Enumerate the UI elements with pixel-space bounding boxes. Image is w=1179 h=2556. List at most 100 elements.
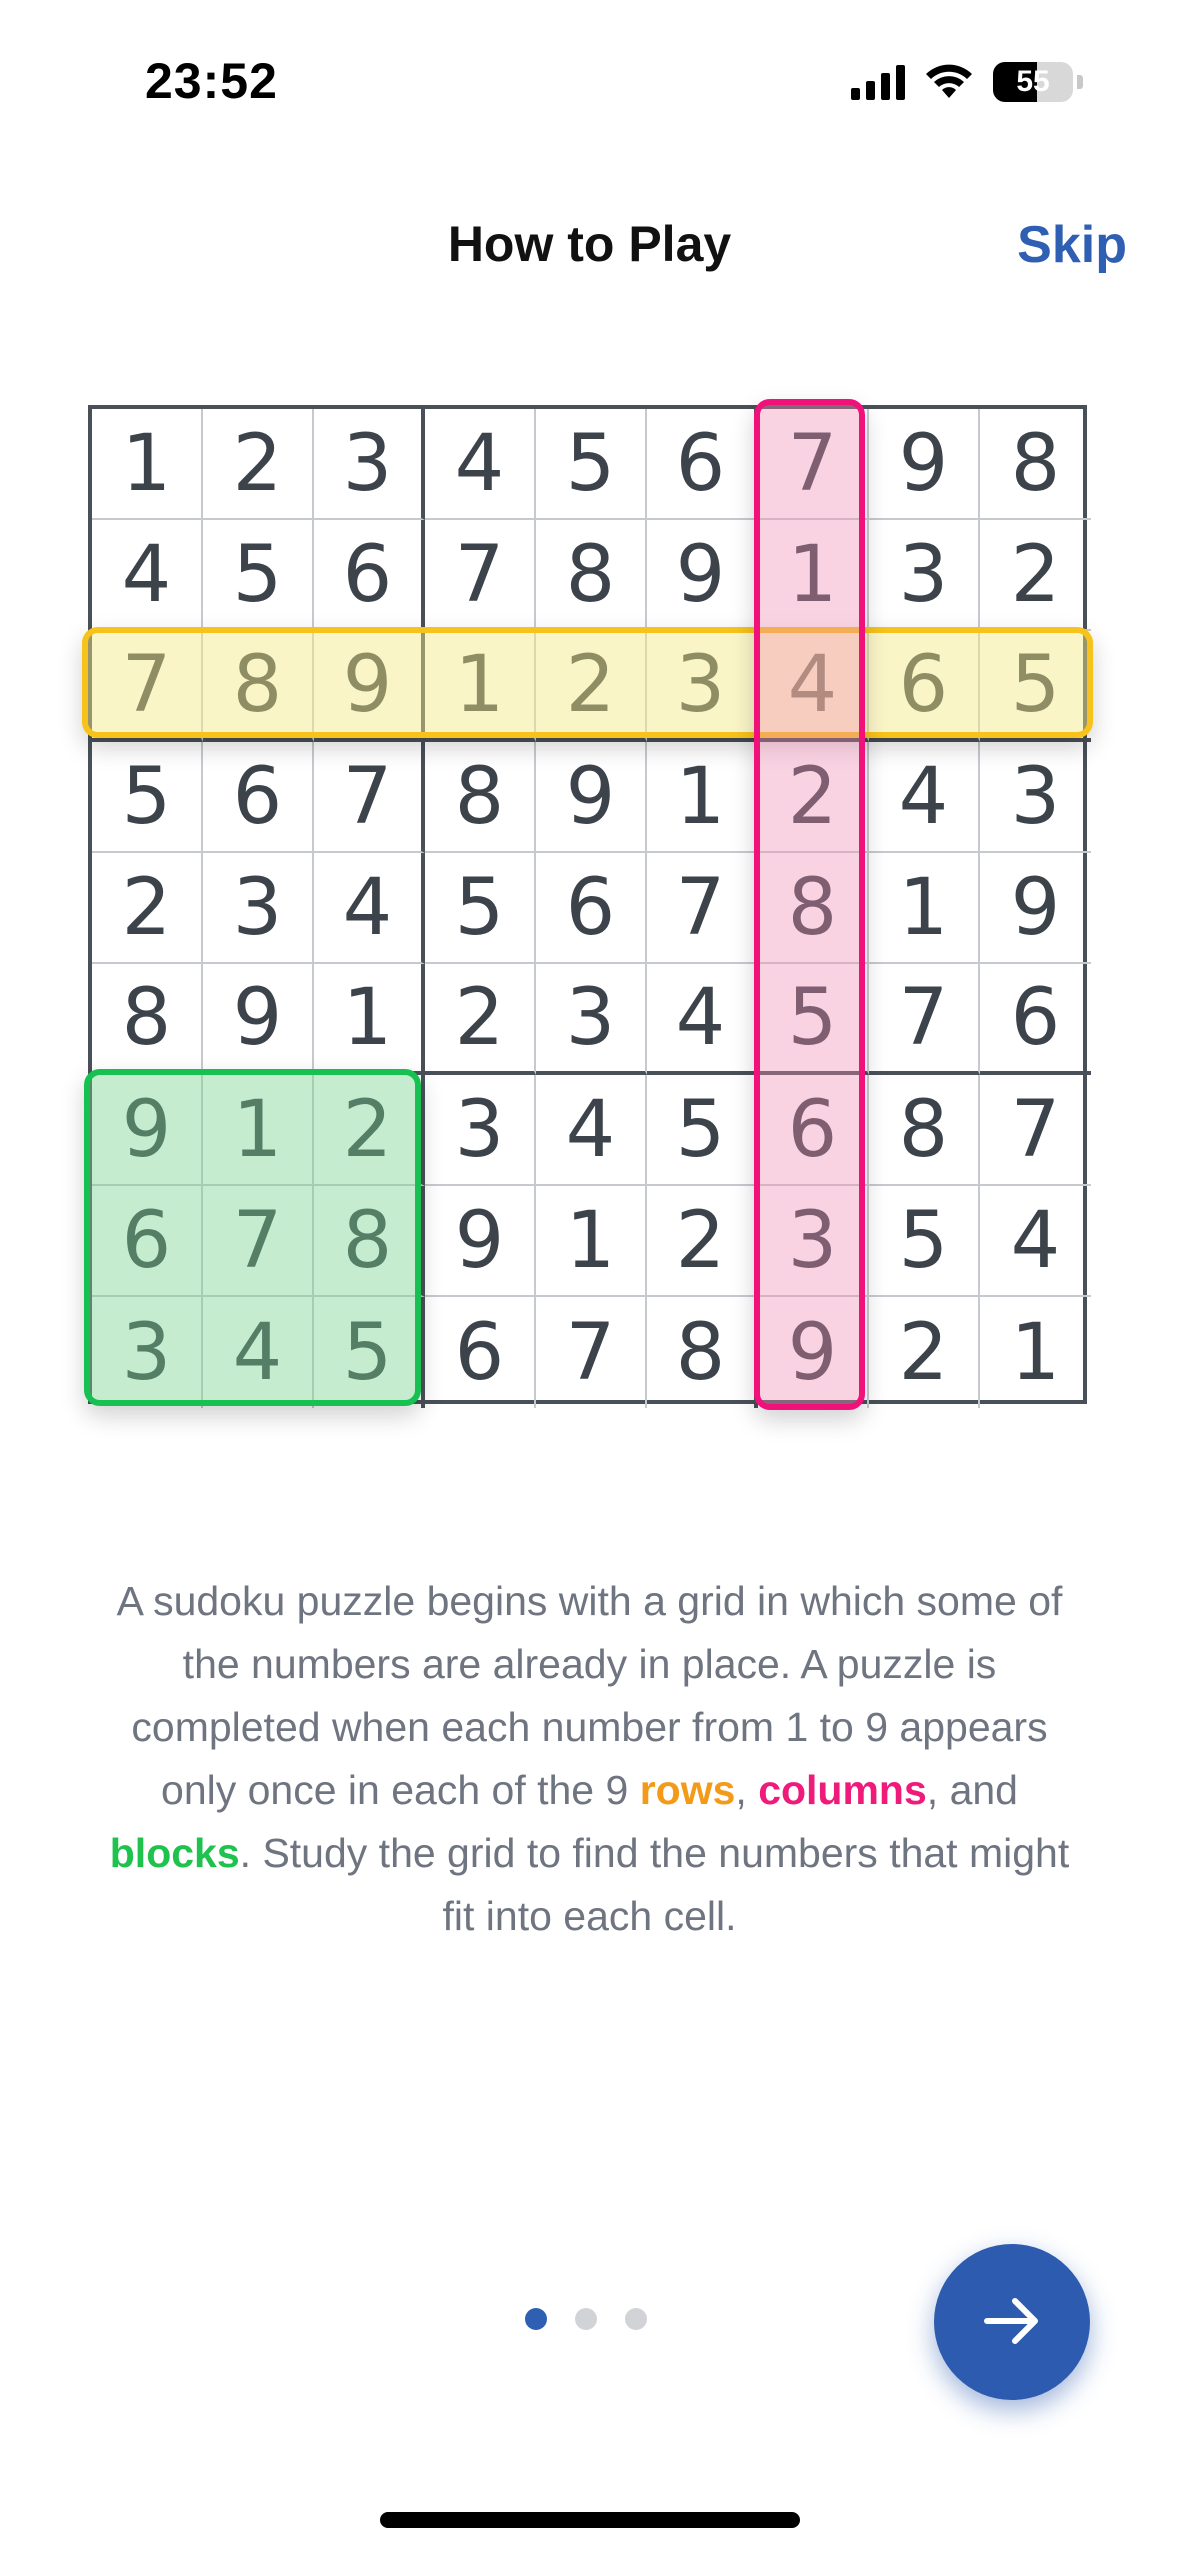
battery-cap <box>1077 75 1083 89</box>
grid-cell: 4 <box>980 1186 1091 1297</box>
grid-cell: 4 <box>536 1075 647 1186</box>
grid-cell: 2 <box>647 1186 758 1297</box>
grid-cell: 3 <box>536 964 647 1075</box>
status-icons: 55 <box>851 62 1083 102</box>
grid-cell: 9 <box>647 520 758 631</box>
grid-cell: 2 <box>314 1075 425 1186</box>
grid-cell: 2 <box>980 520 1091 631</box>
grid-cell: 3 <box>314 409 425 520</box>
grid-cell: 5 <box>536 409 647 520</box>
grid-cell: 6 <box>203 742 314 853</box>
grid-cell: 2 <box>203 409 314 520</box>
grid-cell: 7 <box>869 964 980 1075</box>
grid-cell: 1 <box>869 853 980 964</box>
instructions-sep1: , <box>735 1767 759 1813</box>
grid-cell: 8 <box>980 409 1091 520</box>
blocks-keyword: blocks <box>109 1830 240 1876</box>
grid-cell: 3 <box>758 1186 869 1297</box>
grid-cell: 7 <box>203 1186 314 1297</box>
grid-cell: 6 <box>536 853 647 964</box>
grid-cell: 6 <box>314 520 425 631</box>
grid-cell: 7 <box>536 1297 647 1408</box>
grid-cell: 9 <box>758 1297 869 1408</box>
grid-cell: 7 <box>92 631 203 742</box>
grid-cell: 1 <box>647 742 758 853</box>
page-dot <box>525 2308 547 2330</box>
sudoku-grid: 1234567984567891327891234655678912432345… <box>88 405 1091 1408</box>
next-button[interactable] <box>934 2244 1090 2400</box>
grid-cell: 2 <box>536 631 647 742</box>
battery-level: 55 <box>1016 65 1050 98</box>
instructions-text: A sudoku puzzle begins with a grid in wh… <box>92 1570 1087 1948</box>
grid-cell: 3 <box>92 1297 203 1408</box>
grid-cell: 8 <box>647 1297 758 1408</box>
grid-cell: 5 <box>92 742 203 853</box>
grid-cell: 5 <box>758 964 869 1075</box>
home-indicator <box>380 2512 800 2528</box>
page-dot <box>575 2308 597 2330</box>
status-time: 23:52 <box>145 53 278 109</box>
grid-cell: 9 <box>536 742 647 853</box>
grid-cell: 1 <box>425 631 536 742</box>
grid-cell: 2 <box>869 1297 980 1408</box>
grid-cell: 4 <box>203 1297 314 1408</box>
grid-cell: 6 <box>980 964 1091 1075</box>
grid-cell: 9 <box>869 409 980 520</box>
grid-cell: 1 <box>203 1075 314 1186</box>
wifi-icon <box>925 64 973 100</box>
grid-cell: 7 <box>314 742 425 853</box>
grid-cell: 6 <box>92 1186 203 1297</box>
instructions-part2: . Study the grid to find the numbers tha… <box>239 1830 1070 1939</box>
skip-button[interactable]: Skip <box>1017 215 1127 275</box>
grid-cell: 1 <box>92 409 203 520</box>
sudoku-example-grid: 1234567984567891327891234655678912432345… <box>82 399 1093 1410</box>
grid-cell: 6 <box>758 1075 869 1186</box>
grid-cell: 9 <box>203 964 314 1075</box>
grid-cell: 6 <box>425 1297 536 1408</box>
grid-cell: 3 <box>980 742 1091 853</box>
columns-keyword: columns <box>758 1767 927 1813</box>
grid-cell: 9 <box>314 631 425 742</box>
grid-cell: 9 <box>92 1075 203 1186</box>
grid-cell: 8 <box>869 1075 980 1186</box>
grid-cell: 8 <box>203 631 314 742</box>
battery-icon: 55 <box>993 62 1073 102</box>
grid-cell: 2 <box>425 964 536 1075</box>
grid-cell: 4 <box>758 631 869 742</box>
grid-cell: 1 <box>758 520 869 631</box>
grid-cell: 5 <box>425 853 536 964</box>
grid-cell: 3 <box>869 520 980 631</box>
rows-keyword: rows <box>639 1767 736 1813</box>
grid-cell: 4 <box>425 409 536 520</box>
grid-cell: 8 <box>425 742 536 853</box>
grid-cell: 7 <box>980 1075 1091 1186</box>
grid-cell: 7 <box>647 853 758 964</box>
grid-cell: 1 <box>1010 1307 1061 1398</box>
instructions-sep2: , and <box>926 1767 1018 1813</box>
grid-cell: 5 <box>314 1297 425 1408</box>
grid-cell: 1 <box>536 1186 647 1297</box>
grid-cell: 3 <box>647 631 758 742</box>
grid-cell: 8 <box>92 964 203 1075</box>
grid-cell: 3 <box>425 1075 536 1186</box>
grid-cell: 4 <box>314 853 425 964</box>
grid-cell: 8 <box>536 520 647 631</box>
page-dot <box>625 2308 647 2330</box>
status-bar: 23:52 55 <box>0 0 1179 170</box>
grid-cell: 4 <box>869 742 980 853</box>
arrow-right-icon <box>977 2286 1047 2359</box>
grid-cell: 5 <box>647 1075 758 1186</box>
grid-cell: 9 <box>425 1186 536 1297</box>
grid-cell: 6 <box>647 409 758 520</box>
grid-cell: 6 <box>869 631 980 742</box>
grid-cell: 8 <box>314 1186 425 1297</box>
grid-cell: 2 <box>758 742 869 853</box>
grid-cell: 5 <box>869 1186 980 1297</box>
grid-cell: 5 <box>203 520 314 631</box>
grid-cell: 4 <box>647 964 758 1075</box>
grid-cell: 7 <box>758 409 869 520</box>
grid-cell: 2 <box>92 853 203 964</box>
cellular-signal-icon <box>851 64 905 100</box>
grid-cell: 9 <box>980 853 1091 964</box>
grid-cell: 1 <box>314 964 425 1075</box>
